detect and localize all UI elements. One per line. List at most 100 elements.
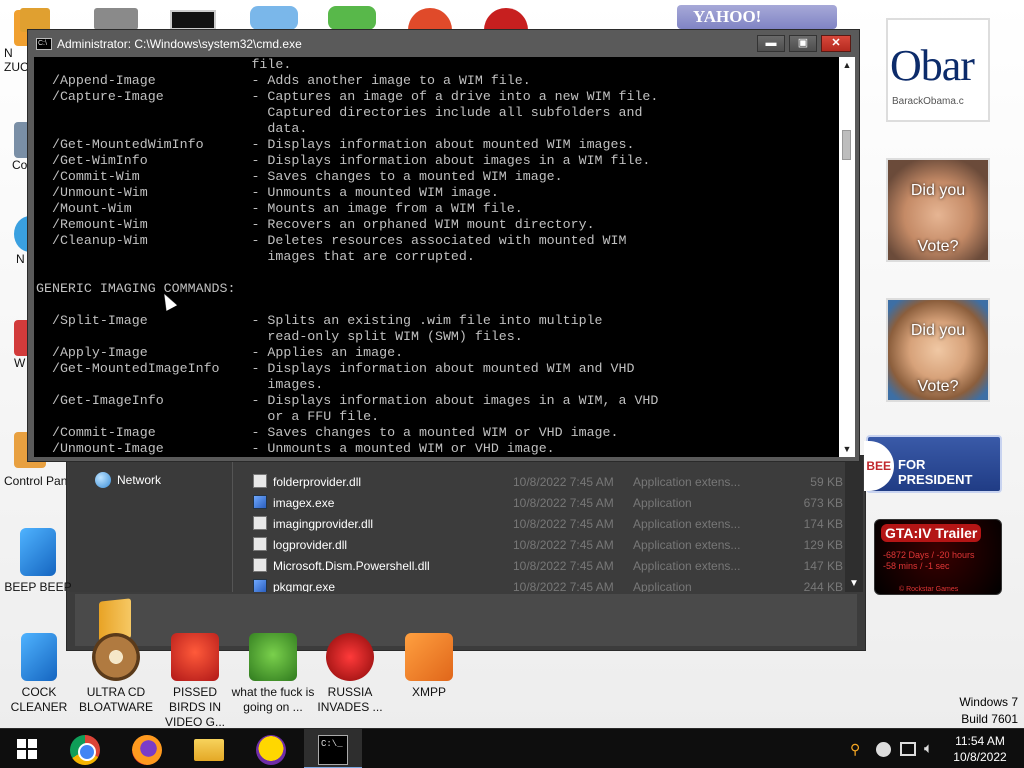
- navigation-pane: Network: [69, 456, 233, 592]
- app-icon[interactable]: [484, 8, 528, 30]
- clock-date: 10/8/2022: [953, 750, 1007, 764]
- chevron-down-icon[interactable]: ▼: [839, 441, 855, 457]
- file-row[interactable]: Microsoft.Dism.Powershell.dll 10/8/2022 …: [235, 555, 843, 576]
- watermark-line: Build 7601: [961, 712, 1018, 726]
- start-button[interactable]: [0, 729, 58, 768]
- network-globe-icon: [95, 472, 111, 488]
- file-name: pkgmgr.exe: [273, 580, 336, 592]
- maximize-button[interactable]: ▣: [789, 35, 817, 52]
- file-date: 10/8/2022 7:45 AM: [513, 559, 614, 573]
- watermark-line: Windows 7: [959, 695, 1018, 709]
- file-row[interactable]: imagex.exe 10/8/2022 7:45 AM Application…: [235, 492, 843, 513]
- network-icon[interactable]: [900, 742, 916, 756]
- file-explorer-button[interactable]: [180, 729, 238, 768]
- dll-file-icon: [253, 537, 267, 551]
- desktop-icon-xmpp[interactable]: XMPP: [387, 633, 471, 700]
- volume-icon[interactable]: 🔈︎: [924, 740, 933, 757]
- firefox-icon: [132, 735, 162, 765]
- did-you-vote-gadget[interactable]: Did you Vote?: [886, 158, 990, 262]
- cmd-button[interactable]: C:\_: [304, 729, 362, 768]
- console-output[interactable]: file. /Append-Image - Adds another image…: [34, 57, 839, 457]
- gadget-text: FOR PRESIDENT: [898, 457, 973, 487]
- file-date: 10/8/2022 7:45 AM: [513, 496, 614, 510]
- file-type: Application extens...: [633, 559, 741, 573]
- angry-bird-icon: [171, 633, 219, 681]
- file-size: 673 KB: [803, 496, 843, 510]
- xampp-icon: [405, 633, 453, 681]
- console-scrollbar[interactable]: ▲ ▼: [839, 57, 855, 457]
- minimize-button[interactable]: ▬: [757, 35, 785, 52]
- file-list: folderprovider.dll 10/8/2022 7:45 AM App…: [235, 456, 843, 592]
- countdown-text: -6872 Days / -20 hours -58 mins / -1 sec: [883, 550, 975, 572]
- desktop-icon-beep-beep[interactable]: BEEP BEEP: [0, 528, 80, 595]
- window-title: Administrator: C:\Windows\system32\cmd.e…: [57, 37, 302, 51]
- cmd-title-bar[interactable]: C:\ Administrator: C:\Windows\system32\c…: [28, 30, 859, 57]
- nav-item-label: Network: [117, 473, 162, 487]
- yahoo-messenger-icon: [256, 735, 286, 765]
- nav-item-network[interactable]: Network: [95, 472, 161, 488]
- desktop-icon-label: COCK CLEANER: [10, 685, 68, 714]
- desktop-icon-russia-invades[interactable]: RUSSIA INVADES ...: [308, 633, 392, 715]
- console-text: file. /Append-Image - Adds another image…: [36, 57, 659, 456]
- desktop-icon-label: RUSSIA INVADES ...: [317, 685, 383, 714]
- exe-file-icon: [253, 495, 267, 509]
- file-size: 147 KB: [803, 559, 843, 573]
- app-icon: [21, 633, 57, 681]
- file-name: imagingprovider.dll: [273, 517, 374, 531]
- file-size: 129 KB: [803, 538, 843, 552]
- cmd-icon: C:\_: [318, 735, 348, 765]
- file-name: logprovider.dll: [273, 538, 348, 552]
- cmd-window[interactable]: C:\ Administrator: C:\Windows\system32\c…: [27, 29, 860, 462]
- file-name: imagex.exe: [273, 496, 335, 510]
- file-row[interactable]: folderprovider.dll 10/8/2022 7:45 AM App…: [235, 471, 843, 492]
- desktop-icon-cock-cleaner[interactable]: COCK CLEANER: [0, 633, 81, 715]
- clock-time: 11:54 AM: [955, 734, 1005, 748]
- app-icon[interactable]: [408, 8, 452, 30]
- scrollbar-thumb[interactable]: [842, 130, 851, 160]
- app-icon[interactable]: [250, 6, 298, 30]
- exe-file-icon: [253, 579, 267, 592]
- chrome-icon: [70, 735, 100, 765]
- desktop-icon-pissed-birds[interactable]: PISSED BIRDS IN VIDEO G...: [153, 633, 237, 730]
- file-date: 10/8/2022 7:45 AM: [513, 580, 614, 592]
- desktop-icon-what-the[interactable]: what the fuck is going on ...: [231, 633, 315, 715]
- app-icon[interactable]: [328, 6, 376, 30]
- app-icon: [20, 528, 56, 576]
- desktop-icon-label: ULTRA CD BLOATWARE: [78, 685, 153, 714]
- yahoo-messenger-button[interactable]: [242, 729, 300, 768]
- for-president-gadget[interactable]: BEE FOR PRESIDENT: [864, 435, 1002, 493]
- chevron-down-icon[interactable]: ▼: [848, 578, 860, 590]
- folder-icon: [194, 739, 224, 761]
- campaign-logo: BEE: [864, 441, 894, 491]
- clock[interactable]: 11:54 AM 10/8/2022: [944, 733, 1016, 765]
- file-row[interactable]: pkgmgr.exe 10/8/2022 7:45 AM Application…: [235, 576, 843, 592]
- cmd-app-icon: C:\: [36, 38, 52, 50]
- did-you-vote-gadget[interactable]: Did you Vote?: [886, 298, 990, 402]
- app-icon[interactable]: [94, 8, 138, 30]
- gadget-text: Did you: [910, 322, 966, 339]
- close-button[interactable]: ✕: [821, 35, 851, 52]
- cmd-icon[interactable]: [170, 10, 216, 30]
- firefox-button[interactable]: [118, 729, 176, 768]
- gauge-icon[interactable]: [876, 742, 891, 757]
- desktop-icon-label: XMPP: [411, 685, 446, 699]
- explorer-window[interactable]: Network folderprovider.dll 10/8/2022 7:4…: [66, 455, 866, 651]
- file-list-scrollbar[interactable]: ▼: [845, 456, 863, 592]
- gadget-text: Did you: [910, 182, 966, 199]
- file-name: folderprovider.dll: [273, 475, 362, 489]
- obama-gadget[interactable]: Obar BarackObama.c: [886, 18, 990, 122]
- file-row[interactable]: logprovider.dll 10/8/2022 7:45 AM Applic…: [235, 534, 843, 555]
- file-date: 10/8/2022 7:45 AM: [513, 538, 614, 552]
- gta-countdown-gadget[interactable]: GTA:IV Trailer -6872 Days / -20 hours -5…: [874, 519, 1002, 595]
- search-icon[interactable]: ⚲: [850, 741, 866, 757]
- chrome-button[interactable]: [56, 729, 114, 768]
- desktop-icon-ultra-cd[interactable]: ULTRA CD BLOATWARE: [74, 633, 158, 715]
- yahoo-gadget[interactable]: YAHOO!: [677, 5, 837, 29]
- file-row[interactable]: imagingprovider.dll 10/8/2022 7:45 AM Ap…: [235, 513, 843, 534]
- desktop-icon-label: BEEP BEEP: [4, 580, 72, 594]
- gadget-text: Vote?: [917, 378, 959, 395]
- chevron-up-icon[interactable]: ▲: [839, 57, 855, 73]
- file-size: 59 KB: [810, 475, 843, 489]
- app-icon: [326, 633, 374, 681]
- cd-icon: [92, 633, 140, 681]
